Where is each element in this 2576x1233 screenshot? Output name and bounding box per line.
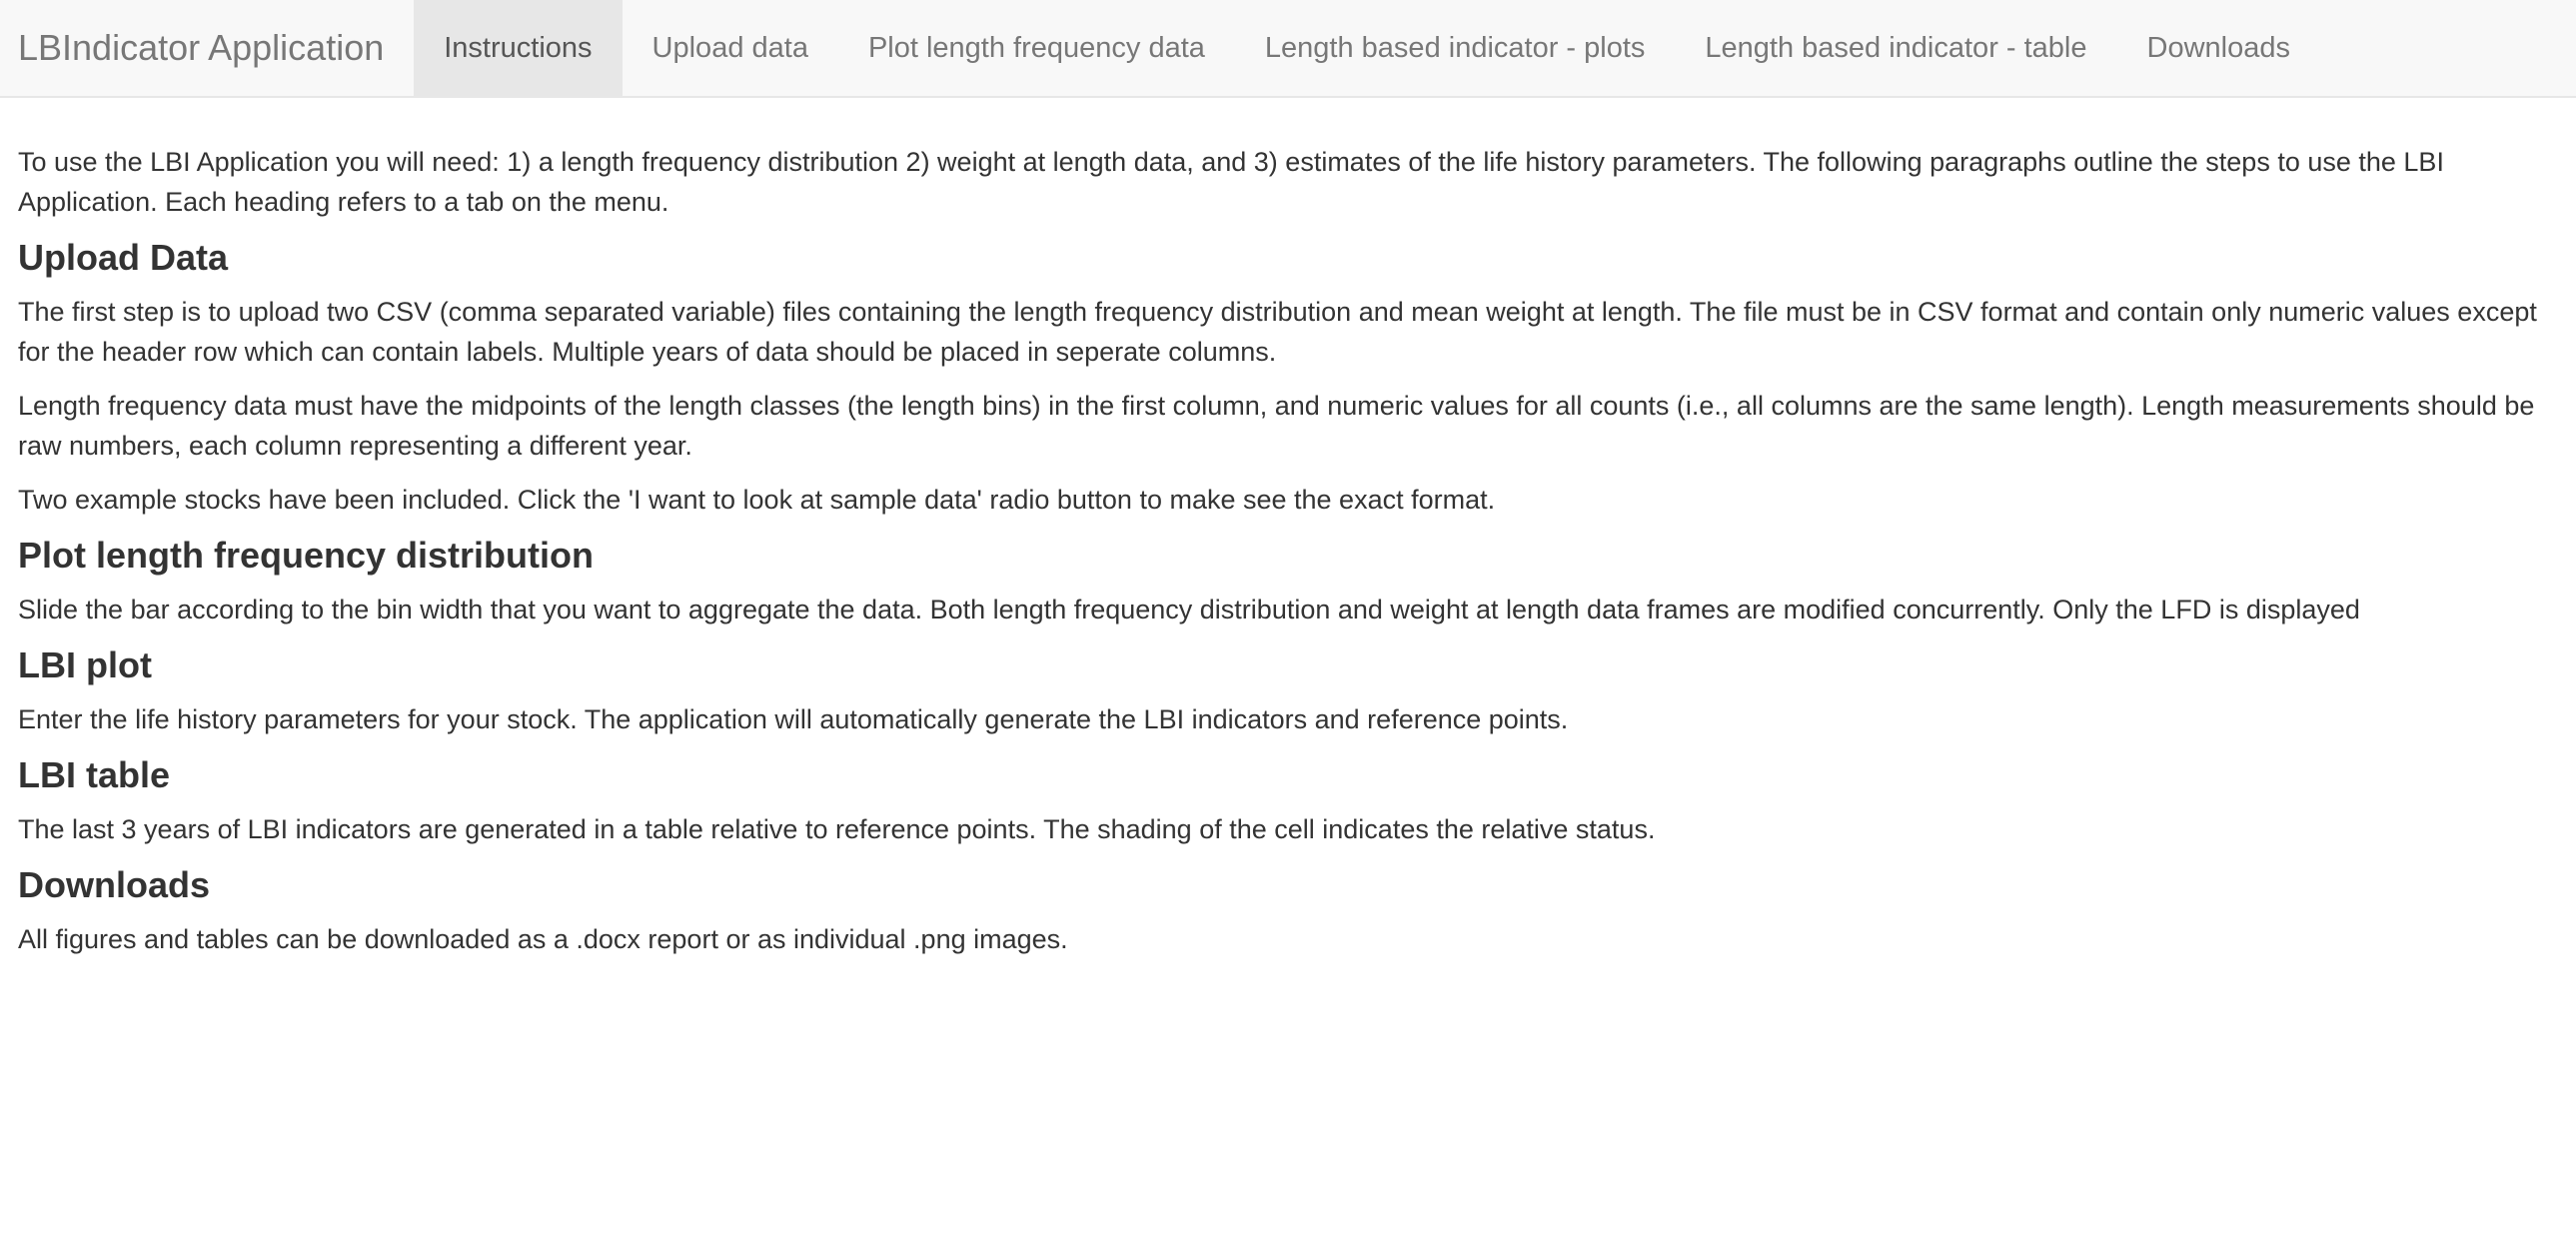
plot-lfd-paragraph: Slide the bar according to the bin width… [18, 595, 2360, 624]
lbi-table-heading: LBI table [18, 754, 171, 795]
lbi-plot-heading: LBI plot [18, 644, 152, 685]
tab-instructions[interactable]: Instructions [414, 0, 623, 96]
lbi-plot-paragraph: Enter the life history parameters for yo… [18, 704, 1569, 734]
tab-lbi-plots[interactable]: Length based indicator - plots [1235, 0, 1675, 96]
intro-paragraph: To use the LBI Application you will need… [18, 147, 2444, 217]
nav-tabs: Instructions Upload data Plot length fre… [414, 0, 2320, 96]
instructions-content: To use the LBI Application you will need… [18, 142, 2561, 973]
upload-data-heading: Upload Data [18, 237, 229, 278]
upload-data-paragraph-1: The first step is to upload two CSV (com… [18, 297, 2537, 367]
tab-plot-length-frequency-data[interactable]: Plot length frequency data [838, 0, 1235, 96]
upload-data-paragraph-2: Length frequency data must have the midp… [18, 391, 2535, 461]
app-brand[interactable]: LBIndicator Application [0, 0, 414, 96]
tab-upload-data[interactable]: Upload data [623, 0, 838, 96]
downloads-paragraph: All figures and tables can be downloaded… [18, 924, 1068, 954]
downloads-heading: Downloads [18, 864, 211, 905]
tab-downloads[interactable]: Downloads [2117, 0, 2320, 96]
lbi-table-paragraph: The last 3 years of LBI indicators are g… [18, 814, 1656, 844]
top-navbar: LBIndicator Application Instructions Upl… [0, 0, 2576, 98]
plot-lfd-heading: Plot length frequency distribution [18, 535, 594, 576]
tab-lbi-table[interactable]: Length based indicator - table [1675, 0, 2116, 96]
upload-data-paragraph-3: Two example stocks have been included. C… [18, 485, 1496, 515]
